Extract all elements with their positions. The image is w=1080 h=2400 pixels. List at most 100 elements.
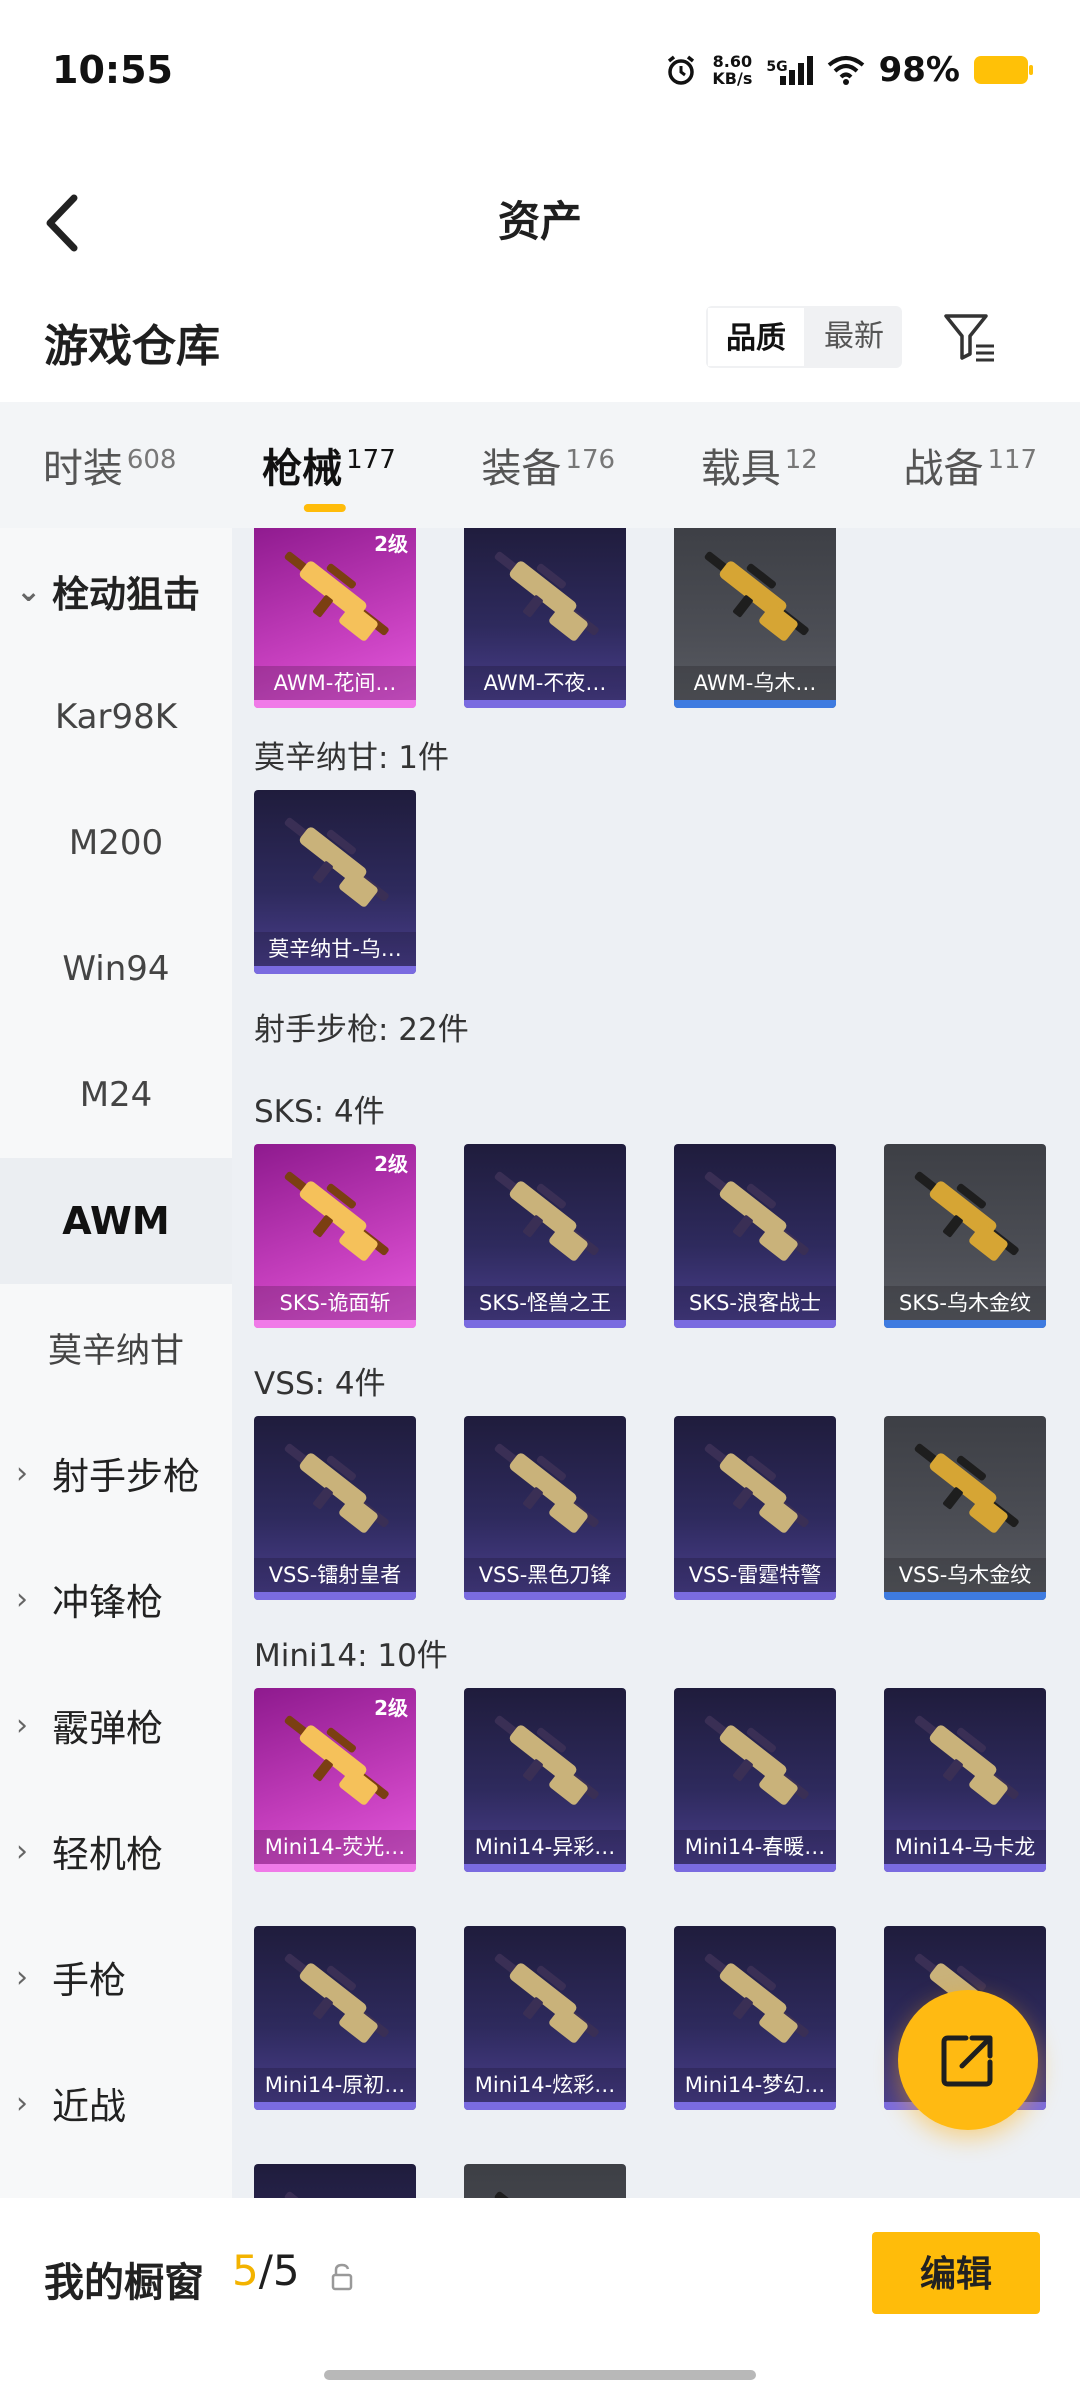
filter-icon[interactable] xyxy=(940,308,1000,368)
tab-guns[interactable]: 枪械 177 xyxy=(262,402,396,528)
weapon-card[interactable]: VSS-黑色刀锋 xyxy=(464,1416,626,1600)
weapon-card[interactable]: Mini14-马卡龙 xyxy=(884,1688,1046,1872)
chevron-right-icon: › xyxy=(16,2085,28,2121)
group-label-vss: VSS: 4件 xyxy=(254,1366,386,1402)
tab-label: 时装 xyxy=(42,446,123,492)
rarity-stripe xyxy=(464,2102,626,2110)
home-indicator[interactable] xyxy=(324,2370,756,2380)
sort-option-quality[interactable]: 品质 xyxy=(706,306,806,368)
sidebar-item-label: AWM xyxy=(62,1199,170,1243)
weapon-card[interactable]: 2级 AWM-花间… xyxy=(254,528,416,708)
weapon-name: SKS-浪客战士 xyxy=(674,1286,836,1320)
sidebar-item-mosin[interactable]: 莫辛纳甘 xyxy=(0,1284,232,1410)
sidebar-item-m200[interactable]: M200 xyxy=(0,780,232,906)
sort-option-newest[interactable]: 最新 xyxy=(806,306,902,368)
chevron-right-icon: › xyxy=(16,1959,28,1995)
group-label-mini14: Mini14: 10件 xyxy=(254,1638,448,1674)
chevron-right-icon: › xyxy=(16,1455,28,1491)
weapon-image xyxy=(494,551,599,641)
weapon-card[interactable]: Mini14-炫彩… xyxy=(464,1926,626,2110)
alarm-icon xyxy=(668,55,695,85)
battery-icon xyxy=(974,56,1033,84)
tab-supplies[interactable]: 战备 117 xyxy=(903,402,1037,528)
weapon-name: 莫辛纳甘-乌… xyxy=(254,932,416,966)
sidebar-item-lmg[interactable]: › 轻机枪 xyxy=(0,1788,232,1914)
weapon-name: AWM-不夜… xyxy=(464,666,626,700)
sidebar-item-awm[interactable]: AWM xyxy=(0,1158,232,1284)
tab-label: 战备 xyxy=(903,446,984,492)
weapon-image xyxy=(704,551,809,641)
weapon-card[interactable]: Mini14-异彩… xyxy=(464,1688,626,1872)
rarity-stripe xyxy=(884,1864,1046,1872)
category-tabs: 时装 608 枪械 177 装备 176 载具 12 战备 117 xyxy=(0,402,1080,528)
tab-vehicles[interactable]: 载具 12 xyxy=(701,402,818,528)
sidebar-item-label: 射手步枪 xyxy=(52,1455,200,1498)
sidebar-item-label: 冲锋枪 xyxy=(52,1581,163,1624)
weapon-card[interactable]: VSS-乌木金纹 xyxy=(884,1416,1046,1600)
level-badge: 2级 xyxy=(374,1696,408,1720)
tab-equipment[interactable]: 装备 176 xyxy=(481,402,615,528)
weapon-card[interactable]: AWM-乌木… xyxy=(674,528,836,708)
weapon-card[interactable] xyxy=(254,2164,416,2198)
weapon-image xyxy=(284,817,389,907)
weapon-card[interactable] xyxy=(464,2164,626,2198)
weapon-card[interactable]: VSS-镭射皇者 xyxy=(254,1416,416,1600)
weapon-image xyxy=(284,1443,389,1533)
rarity-stripe xyxy=(674,2102,836,2110)
weapon-card[interactable]: VSS-雷霆特警 xyxy=(674,1416,836,1600)
sidebar-item-shotgun[interactable]: › 霰弹枪 xyxy=(0,1662,232,1788)
weapon-image xyxy=(494,2191,599,2198)
rarity-stripe xyxy=(254,1592,416,1600)
sidebar-item-label: Kar98K xyxy=(54,697,178,737)
weapon-name: AWM-花间… xyxy=(254,666,416,700)
bottom-bar: 我的橱窗 5/5 编辑 xyxy=(0,2198,1080,2400)
rarity-stripe xyxy=(464,1592,626,1600)
weapon-card[interactable]: Mini14-春暖… xyxy=(674,1688,836,1872)
sidebar-item-kar98k[interactable]: Kar98K xyxy=(0,654,232,780)
weapon-image xyxy=(914,1715,1019,1805)
weapon-card[interactable]: 2级 SKS-诡面斩 xyxy=(254,1144,416,1328)
tab-label: 装备 xyxy=(481,446,562,492)
tab-fashion[interactable]: 时装 608 xyxy=(43,402,177,528)
rarity-stripe xyxy=(674,1320,836,1328)
sidebar-item-smg[interactable]: › 冲锋枪 xyxy=(0,1536,232,1662)
weapon-image xyxy=(494,1171,599,1261)
sidebar-item-melee[interactable]: › 近战 xyxy=(0,2040,232,2166)
weapon-name: SKS-诡面斩 xyxy=(254,1286,416,1320)
weapon-card[interactable]: 莫辛纳甘-乌… xyxy=(254,790,416,974)
chevron-right-icon: › xyxy=(16,1581,28,1617)
weapon-card[interactable]: AWM-不夜… xyxy=(464,528,626,708)
sidebar-item-label: 莫辛纳甘 xyxy=(48,1330,184,1371)
share-button[interactable] xyxy=(898,1990,1038,2130)
weapon-card[interactable]: SKS-乌木金纹 xyxy=(884,1144,1046,1328)
status-bar: 10:55 8.60 KB/s 5G 98% xyxy=(0,0,1080,140)
weapon-card[interactable]: Mini14-原初… xyxy=(254,1926,416,2110)
rarity-stripe xyxy=(464,1864,626,1872)
sidebar-item-dmr[interactable]: › 射手步枪 xyxy=(0,1410,232,1536)
sidebar-item-m24[interactable]: M24 xyxy=(0,1032,232,1158)
sidebar-item-win94[interactable]: Win94 xyxy=(0,906,232,1032)
sidebar-item-label: 轻机枪 xyxy=(52,1833,163,1876)
weapon-card[interactable]: SKS-怪兽之王 xyxy=(464,1144,626,1328)
showcase-total: /5 xyxy=(258,2246,300,2295)
sidebar-item-label: 栓动狙击 xyxy=(52,573,200,616)
weapon-name: Mini14-梦幻… xyxy=(674,2068,836,2102)
tab-label: 载具 xyxy=(700,446,781,492)
sidebar-item-pistol[interactable]: › 手枪 xyxy=(0,1914,232,2040)
rarity-stripe xyxy=(254,1864,416,1872)
weapon-image xyxy=(284,1953,389,2043)
weapon-card[interactable]: Mini14-梦幻… xyxy=(674,1926,836,2110)
weapon-image xyxy=(914,1443,1019,1533)
rarity-stripe xyxy=(464,700,626,708)
sidebar-item-label: 近战 xyxy=(52,2085,126,2128)
level-badge: 2级 xyxy=(374,1152,408,1176)
rarity-stripe xyxy=(884,1320,1046,1328)
battery-percent: 98% xyxy=(878,50,960,90)
weapon-name: SKS-怪兽之王 xyxy=(464,1286,626,1320)
sidebar-item-bolt-action[interactable]: ⌄ 栓动狙击 xyxy=(0,528,232,654)
weapon-image xyxy=(284,2191,389,2198)
weapon-image xyxy=(494,1715,599,1805)
edit-button[interactable]: 编辑 xyxy=(872,2232,1040,2314)
weapon-card[interactable]: SKS-浪客战士 xyxy=(674,1144,836,1328)
weapon-card[interactable]: 2级 Mini14-荧光… xyxy=(254,1688,416,1872)
